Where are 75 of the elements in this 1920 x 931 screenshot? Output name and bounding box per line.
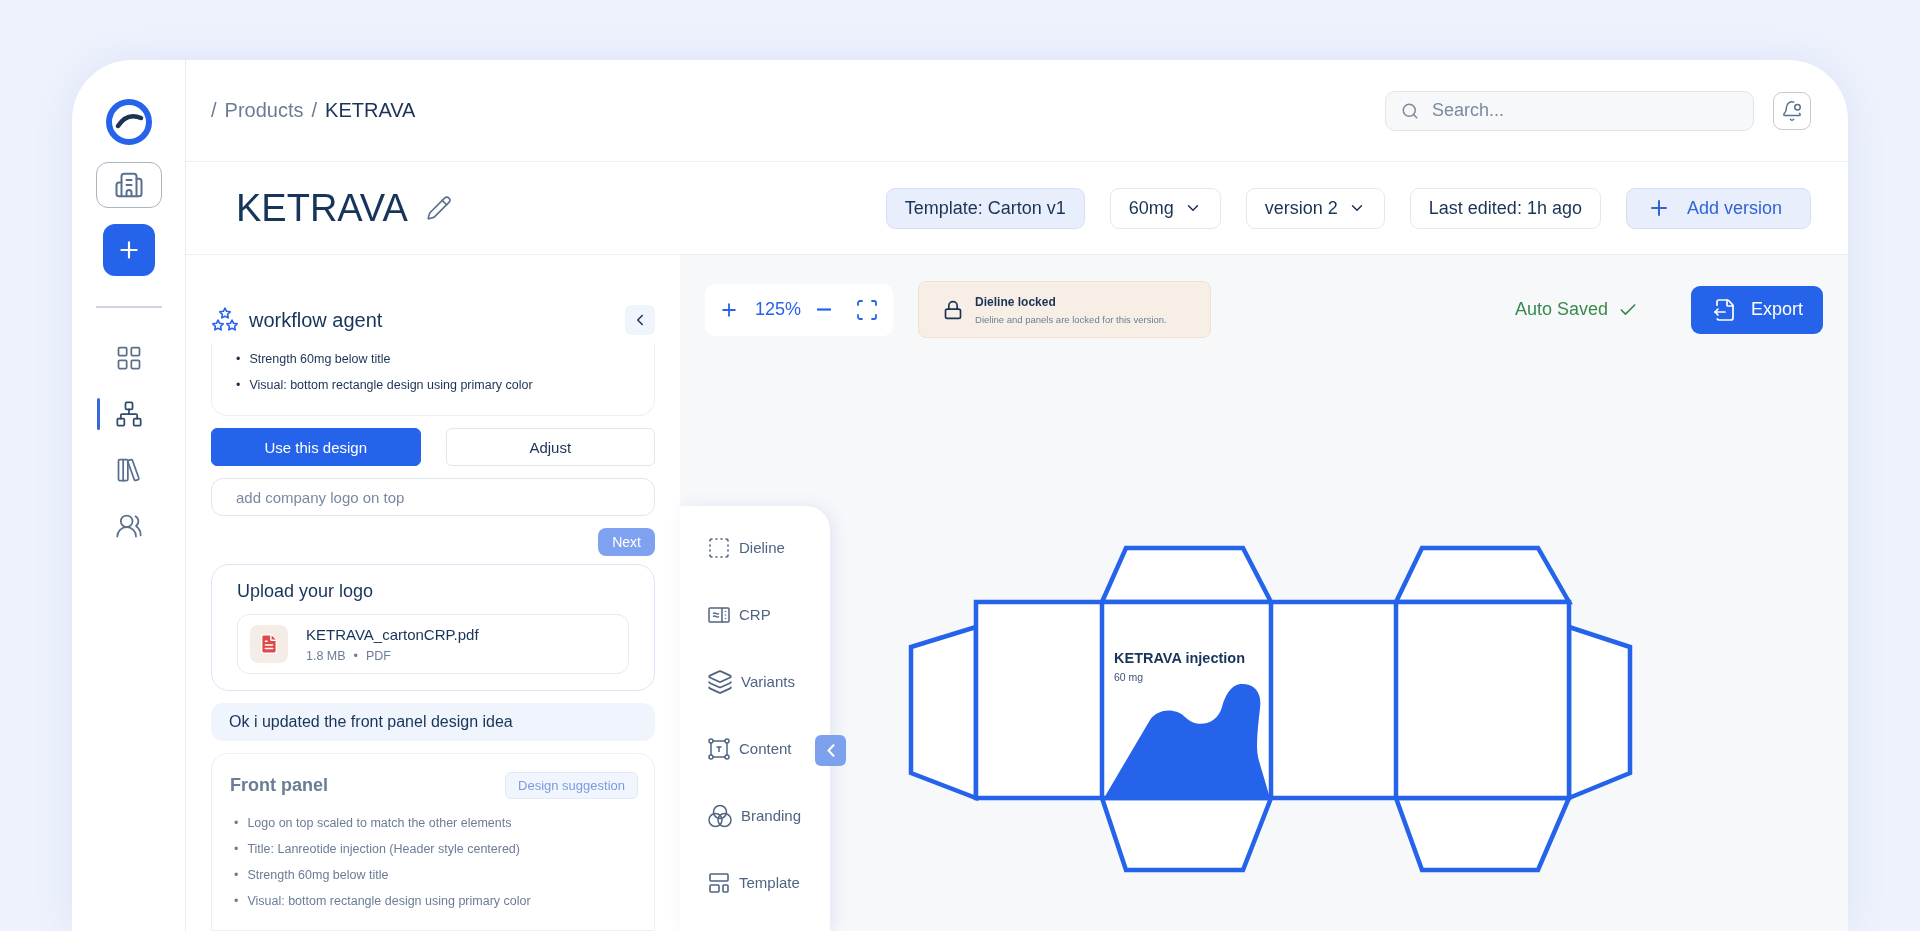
search-icon [1401,101,1419,120]
input-field[interactable]: add company logo on top [211,478,655,516]
adjust-button[interactable]: Adjust [445,428,655,466]
lock-icon [943,299,964,320]
chevron-left-icon [826,744,835,757]
file-size: 1.8 MB [306,648,346,663]
file-icon [250,625,288,663]
meta-separator: • [353,648,358,663]
bullet-text: Visual: bottom rectangle design using primary color [247,893,531,909]
breadcrumb-separator: / [311,99,318,122]
logo-icon [104,98,153,146]
fit-screen-button[interactable] [855,297,880,322]
zoom-level: 125% [755,299,802,320]
collapse-button[interactable] [625,305,655,335]
save-status: Auto Saved [1514,299,1608,320]
text-frame-icon [707,736,731,761]
bullet-marker: • [234,893,239,909]
add-button[interactable] [102,224,155,276]
notice-text: Dieline and panels are locked for this version. [975,313,1167,325]
pencil-icon [425,195,452,221]
add-version-button[interactable]: Add version [1625,187,1811,229]
tool-item[interactable]: CRP [707,601,771,628]
card-title: Front panel [230,775,328,796]
bullet-text: Visual: bottom rectangle design using primary color [249,377,533,393]
bullet-text: Strength 60mg below title [249,351,391,367]
file-type: PDF [366,648,391,663]
file-name: KETRAVA_cartonCRP.pdf [306,625,479,643]
bell-icon [1781,99,1803,122]
tool-item[interactable]: Variants [707,668,795,695]
file-card[interactable]: KETRAVA_cartonCRP.pdf 1.8 MB • PDF [237,614,629,674]
export-icon [1712,297,1737,322]
design-suggestion-badge: Design suggestion [505,772,638,799]
building-button[interactable] [95,162,162,208]
collapse-button[interactable] [815,735,846,766]
notice-title: Dieline locked [975,294,1057,309]
building-icon [113,170,144,200]
bullet-text: Logo on top scaled to match the other elements [247,815,512,831]
stars-icon [211,307,239,333]
tool-item[interactable]: Branding [707,802,802,829]
nodes-icon[interactable] [113,399,144,429]
bullet-marker: • [234,867,239,883]
breadcrumb-link[interactable]: Products [224,99,304,122]
template-tag: Template: Carton v1 [885,187,1085,229]
bullet-marker: • [234,815,239,831]
tool-item[interactable]: Template [707,869,800,896]
search-field[interactable]: Search... [1385,90,1754,131]
breadcrumb-link[interactable]: KETRAVA [325,99,416,122]
upload-title: Upload your logo [237,581,375,602]
fit-screen-icon [855,297,880,322]
bullet-marker: • [236,377,241,393]
tool-item[interactable]: Content [707,735,792,762]
front-panel-strength: 60 mg [1114,671,1144,683]
bullet-text: Strength 60mg below title [247,867,389,883]
layout-icon [707,870,731,895]
bullet-marker: • [236,351,241,367]
notification-button[interactable] [1773,91,1811,130]
panel-title: workflow agent [249,308,383,332]
dashed-square-icon [707,535,731,560]
minus-icon [817,308,832,311]
bullet-marker: • [234,841,239,857]
tool-item[interactable]: Dieline [707,534,785,561]
dropdown[interactable]: 60mg [1109,187,1221,229]
breadcrumb-separator: / [211,99,217,122]
layers-icon [707,668,733,695]
circles-icon [707,802,733,829]
dropdown[interactable]: version 2 [1245,187,1385,229]
bullet-text: Title: Lanreotide injection (Header style centered) [247,841,520,857]
front-panel-title: KETRAVA injection [1114,650,1246,666]
chat-message: Ok i updated the front panel design idea [211,703,655,741]
last-edited-label: Last edited: 1h ago [1409,187,1601,229]
export-button[interactable]: Export [1690,285,1823,334]
product-title: KETRAVA [236,186,408,230]
edit-button[interactable] [425,195,452,221]
zoom-out-button[interactable] [817,308,832,311]
use-design-button[interactable]: Use this design [211,428,421,466]
